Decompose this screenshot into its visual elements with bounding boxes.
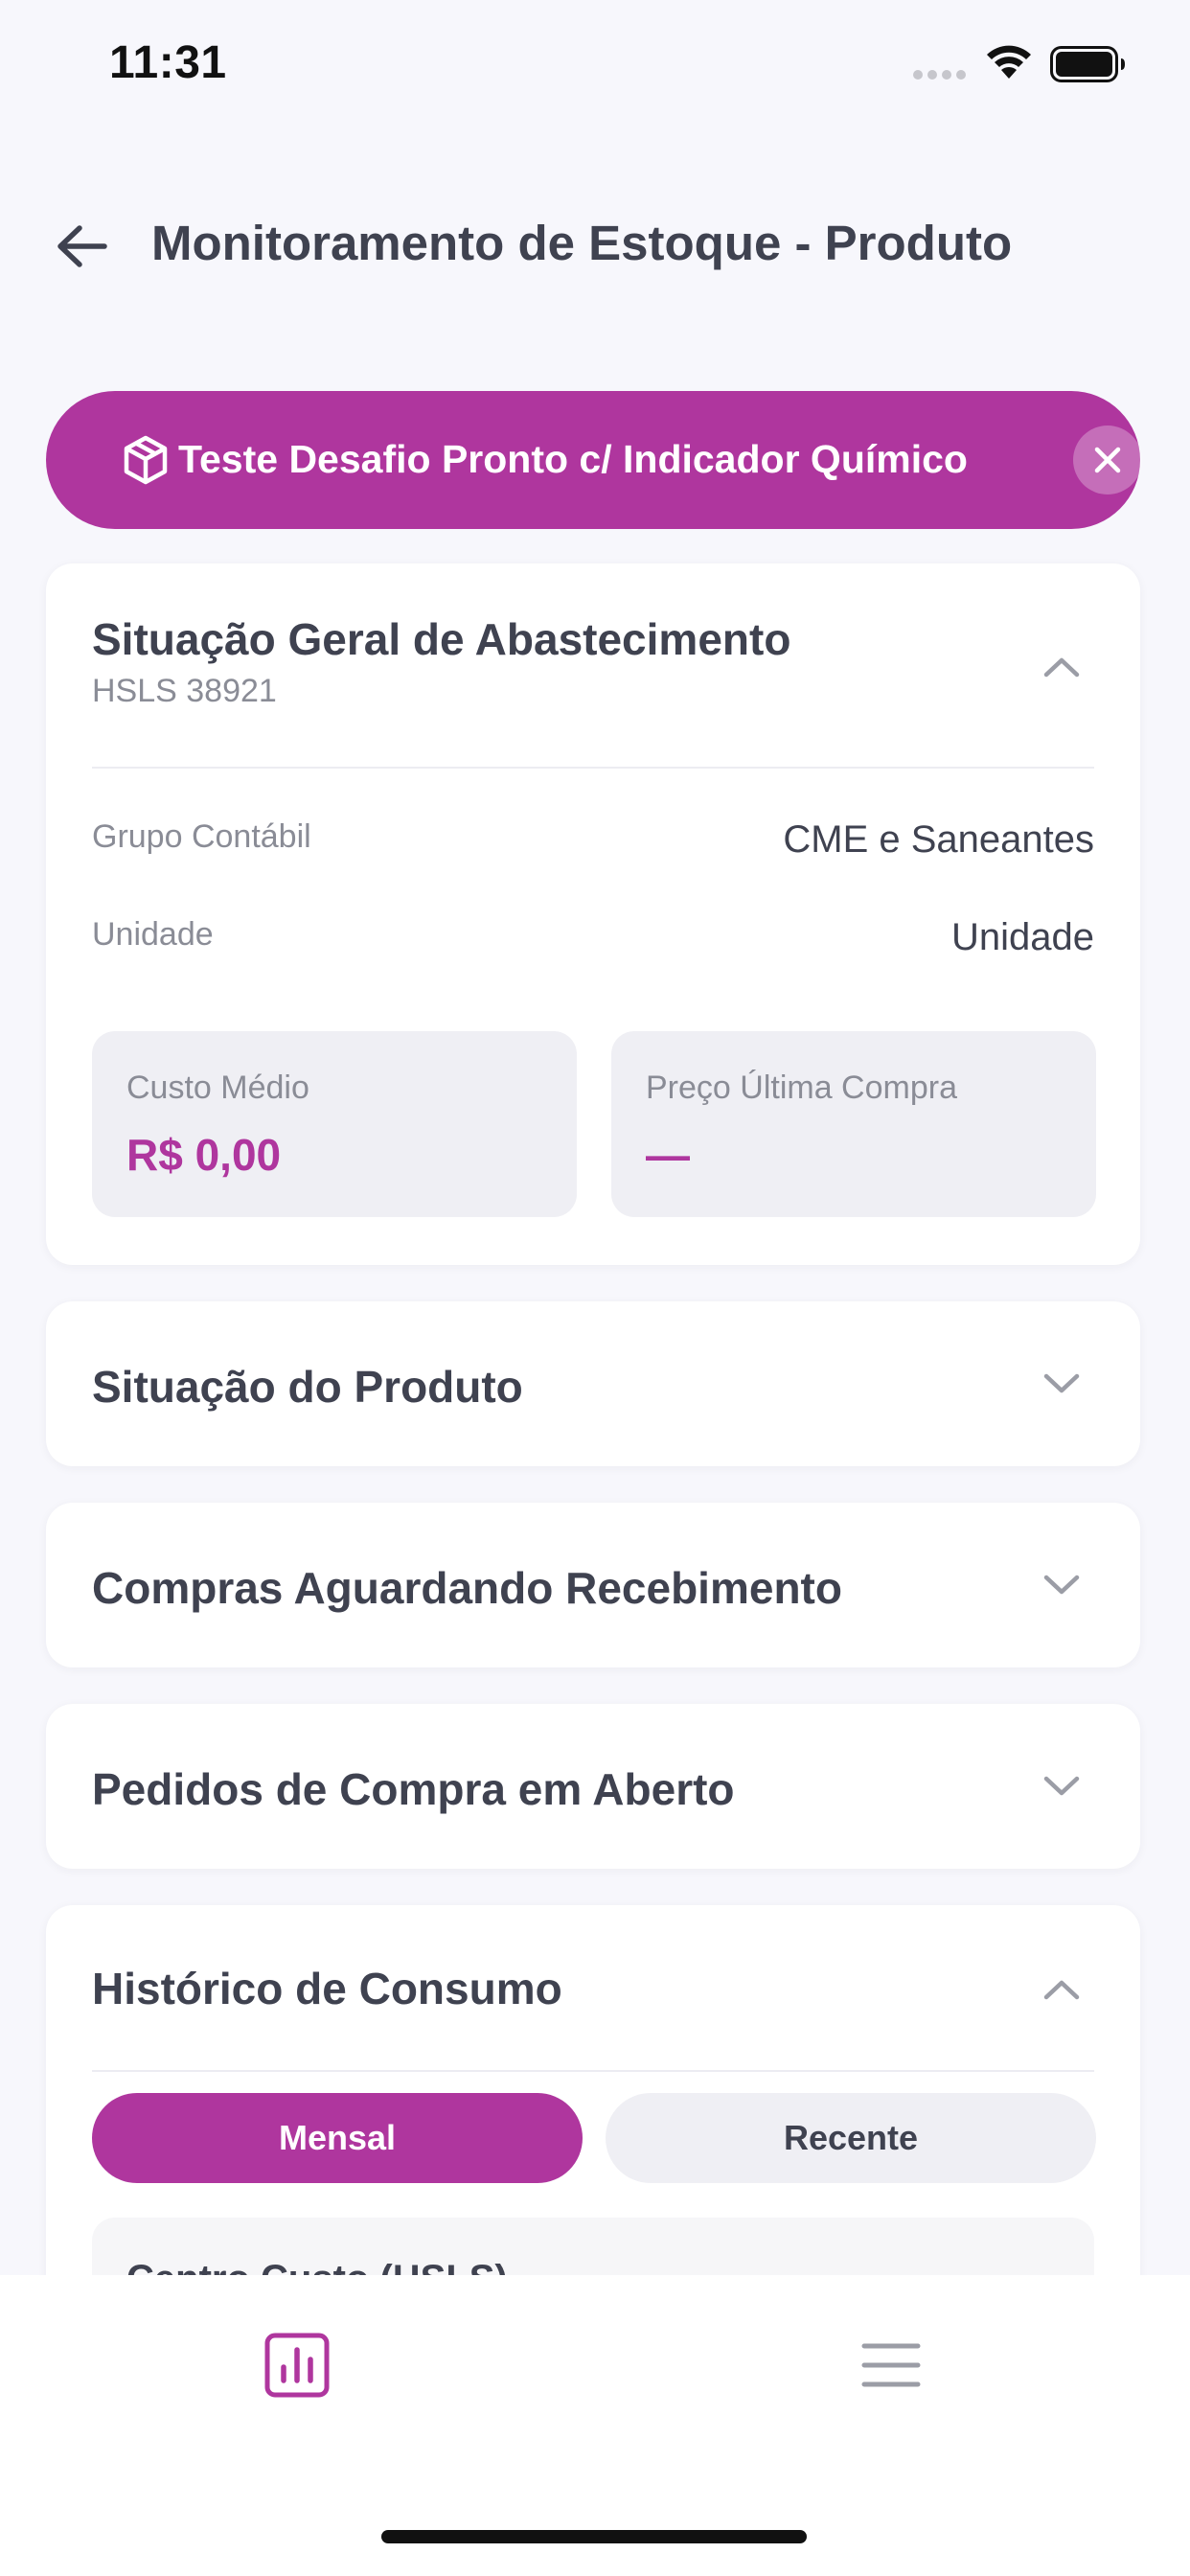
section-title: Compras Aguardando Recebimento [92, 1563, 842, 1613]
box-icon [124, 435, 168, 485]
page-header: Monitoramento de Estoque - Produto [0, 192, 1190, 297]
chevron-up-icon [1043, 657, 1080, 678]
back-button[interactable] [50, 215, 113, 278]
section-title: Pedidos de Compra em Aberto [92, 1764, 735, 1814]
accounting-group-label: Grupo Contábil [92, 818, 311, 855]
product-name: Teste Desafio Pronto c/ Indicador Químic… [178, 437, 968, 481]
consumption-history-title: Histórico de Consumo [92, 1964, 562, 2013]
tab-monthly[interactable]: Mensal [92, 2093, 583, 2183]
last-purchase-price-box: Preço Última Compra — [611, 1031, 1096, 1217]
tab-recent[interactable]: Recente [606, 2093, 1096, 2183]
clear-product-button[interactable] [1073, 426, 1142, 494]
unit-value: Unidade [950, 916, 1094, 958]
supply-status-card: Situação Geral de Abastecimento HSLS 389… [46, 564, 1140, 1265]
battery-icon [1050, 46, 1125, 82]
expand-section-button[interactable] [1037, 1560, 1087, 1610]
chevron-down-icon [1043, 1575, 1080, 1595]
average-cost-label: Custo Médio [126, 1070, 309, 1106]
open-purchase-orders-section[interactable]: Pedidos de Compra em Aberto [46, 1704, 1140, 1869]
section-title: Situação do Produto [92, 1362, 523, 1412]
chevron-up-icon [1043, 1980, 1080, 2000]
product-code: HSLS 38921 [92, 673, 277, 709]
accounting-group-value: CME e Saneantes [783, 818, 1094, 861]
last-purchase-price-label: Preço Última Compra [646, 1070, 957, 1106]
average-cost-box: Custo Médio R$ 0,00 [92, 1031, 577, 1217]
expand-section-button[interactable] [1037, 1359, 1087, 1409]
expand-section-button[interactable] [1037, 1761, 1087, 1811]
purchases-awaiting-section[interactable]: Compras Aguardando Recebimento [46, 1503, 1140, 1668]
supply-status-title: Situação Geral de Abastecimento [92, 614, 791, 664]
close-icon [1094, 447, 1121, 473]
cellular-signal-icon [913, 70, 966, 80]
page-title: Monitoramento de Estoque - Produto [151, 216, 1013, 270]
bar-chart-icon[interactable] [264, 2333, 330, 2398]
product-status-section[interactable]: Situação do Produto [46, 1301, 1140, 1466]
last-purchase-price-value: — [646, 1130, 690, 1180]
arrow-left-icon [57, 225, 107, 267]
wifi-icon [987, 45, 1031, 79]
home-indicator [381, 2530, 807, 2543]
product-chip[interactable]: Teste Desafio Pronto c/ Indicador Químic… [46, 391, 1142, 529]
chevron-down-icon [1043, 1776, 1080, 1796]
status-time: 11:31 [109, 37, 227, 88]
divider [92, 2070, 1094, 2072]
collapse-supply-button[interactable] [1037, 642, 1087, 692]
chevron-down-icon [1043, 1373, 1080, 1393]
divider [92, 767, 1094, 769]
menu-icon[interactable] [860, 2336, 922, 2394]
unit-label: Unidade [92, 916, 214, 953]
status-bar: 11:31 [0, 0, 1190, 134]
average-cost-value: R$ 0,00 [126, 1130, 282, 1180]
collapse-history-button[interactable] [1037, 1965, 1087, 2014]
